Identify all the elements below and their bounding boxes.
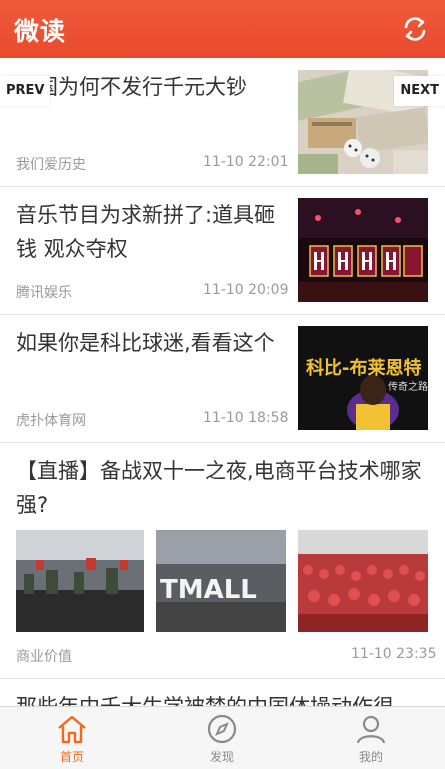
compass-icon	[207, 714, 237, 744]
news-item[interactable]: 那些年中千大生学被梦的中国体操动作很	[0, 678, 445, 706]
thumbnail-text: 科比-布莱恩特	[306, 357, 421, 379]
tab-home[interactable]: 首页	[12, 707, 132, 769]
tab-mine[interactable]: 我的	[311, 707, 431, 769]
news-item[interactable]: 韩国为何不发行千元大钞 我们爱历史 11-10 22:01	[0, 58, 445, 187]
tab-discover[interactable]: 发现	[162, 707, 282, 769]
thumbnail-subtext: 传奇之路	[388, 380, 428, 393]
news-item[interactable]: 如果你是科比球迷,看看这个 虎扑体育网 11-10 18:58 科比-布莱恩特 …	[0, 314, 445, 443]
app-title: 微读	[14, 17, 67, 46]
news-feed[interactable]: 韩国为何不发行千元大钞 我们爱历史 11-10 22:01 音乐节目为求新拼了:…	[0, 58, 445, 706]
news-time: 11-10 23:35	[351, 646, 437, 662]
news-thumbnail: 科比-布莱恩特 传奇之路	[298, 326, 428, 430]
news-source: 商业价值	[16, 649, 72, 665]
user-icon	[356, 715, 386, 744]
news-title: 韩国为何不发行千元大钞	[16, 75, 247, 99]
news-time: 11-10 18:58	[203, 410, 289, 426]
news-source: 我们爱历史	[16, 157, 86, 173]
home-icon	[58, 715, 86, 744]
news-thumbnail: TMALL	[156, 530, 286, 632]
tab-label: 我的	[358, 750, 383, 764]
refresh-icon[interactable]	[401, 15, 429, 43]
news-thumbnail	[16, 530, 144, 632]
tab-label: 首页	[59, 750, 84, 764]
news-source: 腾讯娱乐	[16, 285, 72, 301]
news-source: 虎扑体育网	[16, 413, 86, 429]
news-title: 那些年中千大生学被梦的中国体操动作很	[16, 690, 445, 706]
bottom-tab-bar: 首页 发现 我的	[0, 706, 445, 769]
news-title: 【直播】备战双十一之夜,电商平台技术哪家强?	[16, 459, 422, 517]
app-header: 微读	[0, 0, 445, 58]
news-item[interactable]: 【直播】备战双十一之夜,电商平台技术哪家强? TMALL 商业价值 11-10 …	[0, 442, 445, 679]
news-title: 如果你是科比球迷,看看这个	[16, 331, 275, 355]
news-time: 11-10 22:01	[203, 154, 289, 170]
next-button[interactable]: NEXT	[394, 76, 445, 106]
prev-button[interactable]: PREV	[0, 76, 51, 106]
news-thumbnail	[298, 530, 428, 632]
news-thumbnail	[298, 198, 428, 302]
thumbnail-text: TMALL	[160, 575, 257, 605]
news-time: 11-10 20:09	[203, 282, 289, 298]
tab-label: 发现	[209, 750, 234, 764]
news-title: 音乐节目为求新拼了:道具砸钱 观众夺权	[16, 203, 276, 261]
news-item[interactable]: 音乐节目为求新拼了:道具砸钱 观众夺权 腾讯娱乐 11-10 20:09	[0, 186, 445, 315]
